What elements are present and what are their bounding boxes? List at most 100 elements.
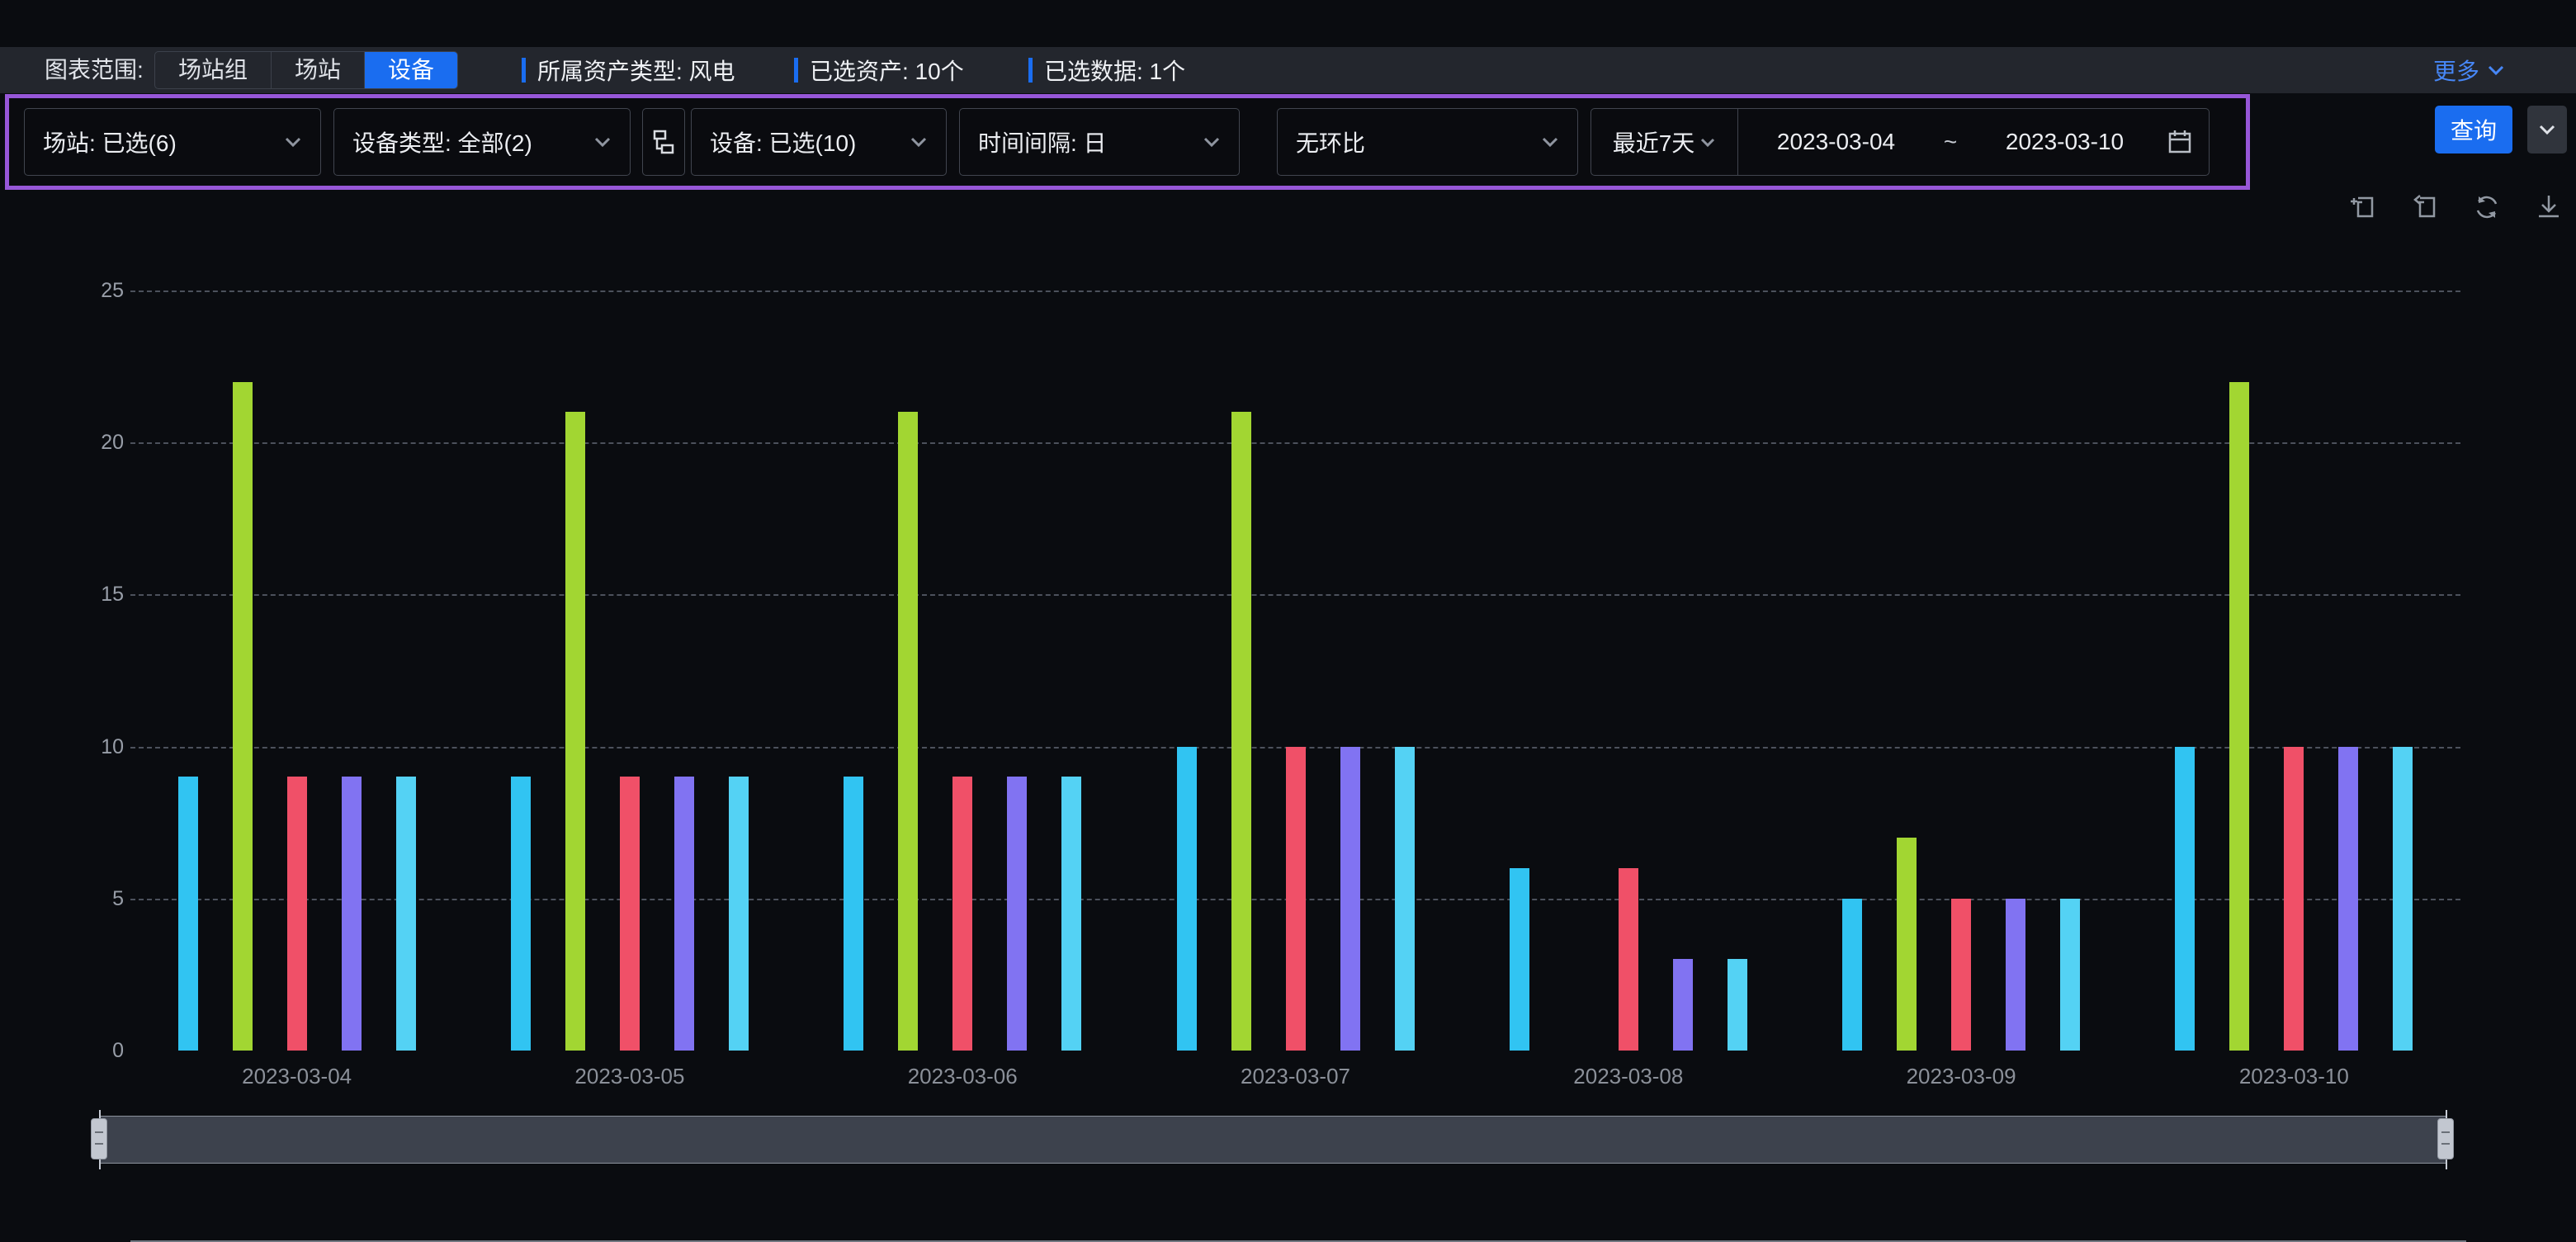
top-strip [0,0,2576,47]
compare-dropdown-value: 无环比 [1296,125,1365,158]
device-type-dropdown-value: 设备类型: 全部(2) [352,125,532,158]
x-axis-label: 2023-03-09 [1829,1064,2093,1089]
start-date-field[interactable]: 2023-03-04 [1738,129,1934,155]
end-date-field[interactable]: 2023-03-10 [1967,129,2162,155]
bar [565,412,585,1051]
bar [178,777,198,1051]
station-dropdown[interactable]: 场站: 已选(6) [24,108,321,176]
bar [2006,899,2025,1051]
selected-assets-info: 已选资产: 10个 [794,47,964,93]
device-dropdown[interactable]: 设备: 已选(10) [691,108,947,176]
grid-line [130,290,2460,292]
bar [233,382,253,1051]
more-button[interactable]: 更多 [2433,47,2506,93]
x-axis-label: 2023-03-10 [2162,1064,2426,1089]
query-options-button[interactable] [2527,106,2567,153]
scope-option-station-group[interactable]: 场站组 [155,52,272,88]
bar [2284,747,2304,1051]
y-axis-label: 15 [33,583,124,607]
time-interval-dropdown[interactable]: 时间间隔: 日 [959,108,1240,176]
bar [2338,747,2358,1051]
x-axis-label: 2023-03-08 [1496,1064,1761,1089]
bar [952,777,972,1051]
quick-range-value: 最近7天 [1613,125,1695,158]
hierarchy-tree-icon [651,129,676,155]
datazoom-slider[interactable] [99,1116,2447,1164]
calendar-icon[interactable] [2167,129,2192,155]
handle-grip [91,1118,107,1159]
asset-type-label: 所属资产类型: 风电 [537,54,735,87]
scope-segmented-control: 场站组 场站 设备 [154,51,458,89]
handle-grip [2437,1118,2454,1159]
bar [2060,899,2080,1051]
device-dropdown-value: 设备: 已选(10) [710,125,856,158]
bar [620,777,640,1051]
grid-line [130,442,2460,444]
more-label: 更多 [2433,54,2479,87]
filter-bar-highlighted: 场站: 已选(6) 设备类型: 全部(2) 设备: 已选(10) 时间间隔: 日… [5,94,2250,190]
x-axis-label: 2023-03-05 [498,1064,762,1089]
bar [1842,899,1862,1051]
chevron-down-icon [1203,136,1221,148]
chevron-down-icon [1541,136,1559,148]
chevron-down-icon [2486,64,2506,77]
bar [898,412,918,1051]
bar [1619,868,1638,1051]
bar [1061,777,1081,1051]
date-separator: ~ [1934,129,1967,155]
selected-assets-label: 已选资产: 10个 [810,54,964,87]
bar [1177,747,1197,1051]
bar [1673,959,1693,1051]
bar [2229,382,2249,1051]
bar [342,777,362,1051]
y-axis-label: 20 [33,431,124,455]
bar [844,777,863,1051]
bar [1340,747,1360,1051]
selected-data-label: 已选数据: 1个 [1044,54,1185,87]
selected-data-info: 已选数据: 1个 [1028,47,1185,93]
top-toolbar: 图表范围: 场站组 场站 设备 所属资产类型: 风电 已选资产: 10个 已选数… [0,47,2576,93]
bar [511,777,531,1051]
quick-range-selector[interactable]: 最近7天 [1591,109,1738,175]
scope-option-device[interactable]: 设备 [365,52,457,88]
bar [1510,868,1529,1051]
chevron-down-icon [1699,137,1716,148]
x-axis-label: 2023-03-06 [830,1064,1094,1089]
bar-chart: 0 5 10 15 20 25 2023-03-04 2023-03-05 2023-03-06… [0,190,2576,1181]
y-axis-label: 5 [33,887,124,911]
scope-option-station[interactable]: 场站 [272,52,365,88]
y-axis-label: 0 [33,1039,124,1063]
bar [1951,899,1971,1051]
y-axis-label: 25 [33,279,124,303]
accent-bar [522,58,526,83]
asset-type-info: 所属资产类型: 风电 [522,47,735,93]
bar [1286,747,1306,1051]
chevron-down-icon [2538,124,2556,135]
x-axis-label: 2023-03-07 [1164,1064,1428,1089]
bar [1395,747,1415,1051]
bar [674,777,694,1051]
chevron-down-icon [284,136,302,148]
date-range-control: 最近7天 2023-03-04 ~ 2023-03-10 [1591,108,2210,176]
time-interval-dropdown-value: 时间间隔: 日 [978,125,1107,158]
bar [287,777,307,1051]
bar [729,777,749,1051]
chevron-down-icon [910,136,928,148]
device-type-dropdown[interactable]: 设备类型: 全部(2) [333,108,631,176]
query-button[interactable]: 查询 [2435,106,2512,153]
grid-line [130,594,2460,596]
bar [396,777,416,1051]
bar [1897,838,1917,1051]
device-tree-button[interactable] [642,108,685,176]
chevron-down-icon [593,136,612,148]
bar [1231,412,1251,1051]
bar [1007,777,1027,1051]
bar [2393,747,2413,1051]
bar [2175,747,2195,1051]
accent-bar [794,58,798,83]
x-axis-label: 2023-03-04 [165,1064,429,1089]
bar [1728,959,1747,1051]
y-axis-label: 10 [33,735,124,759]
compare-dropdown[interactable]: 无环比 [1277,108,1578,176]
station-dropdown-value: 场站: 已选(6) [43,125,177,158]
